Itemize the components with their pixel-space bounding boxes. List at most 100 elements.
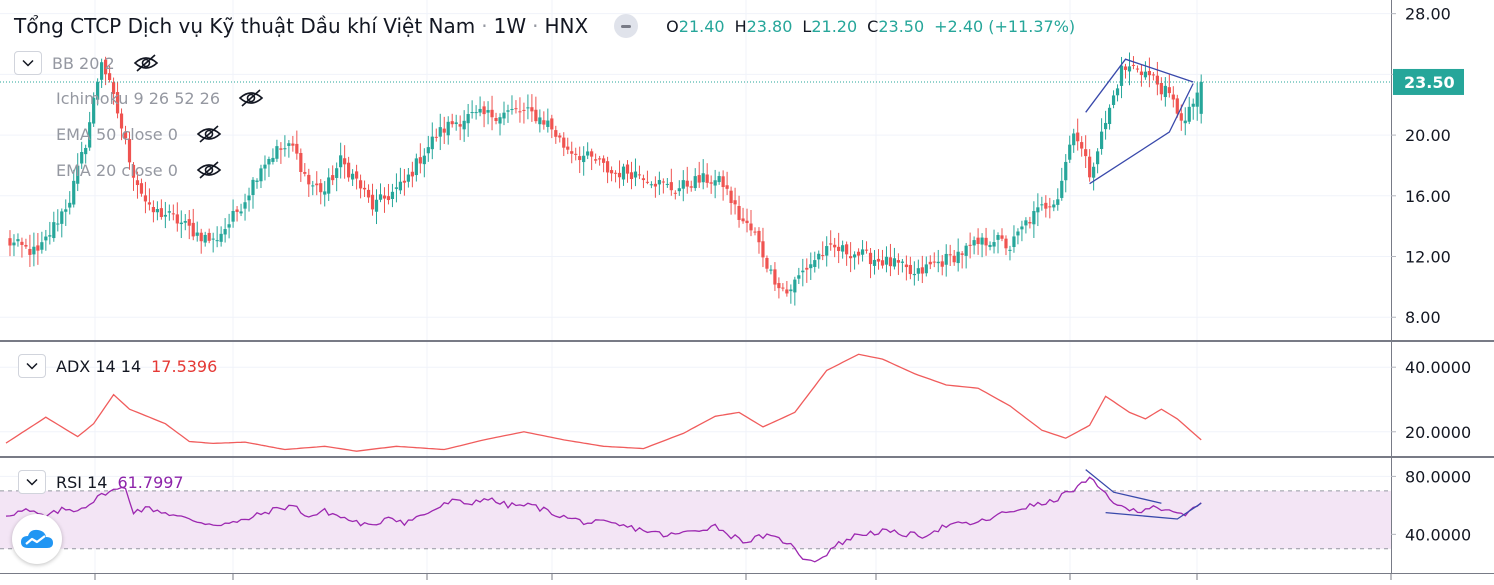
candle-body bbox=[852, 254, 857, 258]
candle-body bbox=[147, 202, 152, 205]
eye-off-icon[interactable] bbox=[238, 88, 264, 108]
candle-body bbox=[1064, 161, 1068, 181]
interval-label[interactable]: 1W bbox=[494, 14, 527, 38]
tradingview-logo[interactable] bbox=[12, 514, 62, 564]
candle-body bbox=[354, 171, 359, 179]
candle-body bbox=[1032, 211, 1036, 225]
candle-body bbox=[199, 232, 203, 242]
candle-body bbox=[195, 232, 199, 236]
candle-body bbox=[1167, 87, 1171, 94]
candle-body bbox=[362, 187, 367, 190]
candle-body bbox=[1159, 82, 1163, 95]
separator-dot: · bbox=[481, 14, 488, 38]
adx-legend[interactable]: ADX 14 14 17.5396 bbox=[18, 354, 217, 378]
candle-body bbox=[267, 158, 271, 165]
candle-body bbox=[183, 221, 187, 223]
candle-body bbox=[347, 162, 351, 178]
rsi-legend[interactable]: RSI 14 61.7997 bbox=[18, 470, 184, 494]
adx-label[interactable]: ADX 14 14 bbox=[56, 357, 141, 376]
candle-body bbox=[613, 172, 618, 174]
eye-off-icon[interactable] bbox=[196, 124, 222, 144]
candle-body bbox=[825, 246, 829, 256]
candle-body bbox=[442, 128, 446, 133]
candle-body bbox=[725, 185, 729, 189]
indicator-row-bb[interactable]: BB 20 2 bbox=[14, 51, 159, 75]
collapse-legend-button[interactable] bbox=[14, 51, 42, 75]
candle-body bbox=[20, 241, 24, 245]
candle-body bbox=[159, 208, 163, 218]
candle-body bbox=[653, 183, 657, 187]
candle-body bbox=[582, 155, 586, 163]
candle-body bbox=[932, 261, 936, 263]
symbol-title[interactable]: Tổng CTCP Dịch vụ Kỹ thuật Dầu khí Việt … bbox=[14, 14, 475, 38]
candle-body bbox=[900, 261, 904, 263]
candle-body bbox=[797, 275, 801, 279]
candle-body bbox=[1060, 180, 1064, 198]
candle-body bbox=[609, 170, 614, 174]
candle-body bbox=[649, 184, 654, 186]
close-value: 23.50 bbox=[878, 16, 925, 36]
candle-body bbox=[550, 118, 554, 130]
candle-body bbox=[1187, 106, 1191, 122]
rsi-label[interactable]: RSI 14 bbox=[56, 473, 107, 492]
candle-body bbox=[785, 289, 789, 294]
candle-body bbox=[271, 157, 275, 162]
eye-off-icon[interactable] bbox=[133, 53, 159, 73]
candle-body bbox=[892, 258, 897, 267]
candle-body bbox=[554, 130, 558, 137]
candle-body bbox=[494, 118, 498, 121]
low-value: 21.20 bbox=[811, 16, 858, 36]
indicator-label[interactable]: Ichimoku 9 26 52 26 bbox=[56, 89, 220, 108]
candle-body bbox=[48, 235, 52, 237]
axis-tick-label: 16.00 bbox=[1405, 187, 1451, 206]
candle-body bbox=[713, 180, 717, 186]
candle-body bbox=[677, 188, 681, 192]
close-label: C bbox=[867, 16, 879, 36]
candle-body bbox=[1040, 204, 1044, 206]
candle-body bbox=[139, 183, 144, 194]
candle-body bbox=[422, 155, 426, 165]
market-status-button[interactable] bbox=[614, 14, 639, 38]
candle-body bbox=[243, 202, 247, 209]
eye-off-icon[interactable] bbox=[196, 160, 222, 180]
candle-body bbox=[1036, 207, 1040, 213]
candle-body bbox=[765, 257, 769, 269]
candle-body bbox=[976, 237, 980, 245]
candle-body bbox=[912, 273, 916, 276]
candle-body bbox=[211, 238, 215, 240]
candle-body bbox=[1179, 113, 1183, 121]
candle-body bbox=[860, 249, 865, 255]
candle-body bbox=[231, 210, 235, 222]
chart-svg[interactable]: 28.0024.0020.0016.0012.008.0040.000020.0… bbox=[0, 0, 1494, 580]
candle-body bbox=[594, 159, 598, 161]
indicator-label[interactable]: BB 20 2 bbox=[52, 54, 115, 73]
candle-body bbox=[956, 251, 960, 264]
indicator-label[interactable]: EMA 50 close 0 bbox=[56, 125, 178, 144]
indicator-label[interactable]: EMA 20 close 0 bbox=[56, 161, 178, 180]
candle-body bbox=[1008, 249, 1012, 251]
candle-body bbox=[1024, 220, 1028, 226]
candle-body bbox=[1088, 156, 1092, 178]
candle-body bbox=[406, 174, 410, 182]
candle-body bbox=[474, 112, 478, 114]
candle-body bbox=[450, 121, 454, 125]
candle-body bbox=[366, 189, 371, 198]
candle-body bbox=[72, 180, 76, 205]
candle-body bbox=[263, 164, 267, 169]
candle-body bbox=[1044, 202, 1048, 209]
indicator-row-ichimoku[interactable]: Ichimoku 9 26 52 26 bbox=[56, 88, 264, 108]
candle-body bbox=[24, 244, 28, 247]
collapse-pane-button[interactable] bbox=[18, 470, 46, 494]
axis-tick-label: 12.00 bbox=[1405, 248, 1451, 267]
collapse-pane-button[interactable] bbox=[18, 354, 46, 378]
indicator-row-ema50[interactable]: EMA 50 close 0 bbox=[56, 124, 222, 144]
axis-tick-label: 40.0000 bbox=[1405, 358, 1471, 377]
candle-body bbox=[1052, 204, 1056, 208]
candle-body bbox=[1080, 142, 1084, 149]
indicator-row-ema20[interactable]: EMA 20 close 0 bbox=[56, 160, 222, 180]
low-label: L bbox=[802, 16, 812, 36]
candle-body bbox=[522, 109, 526, 111]
candle-body bbox=[323, 191, 327, 195]
candle-body bbox=[462, 120, 466, 130]
candle-body bbox=[737, 205, 741, 220]
